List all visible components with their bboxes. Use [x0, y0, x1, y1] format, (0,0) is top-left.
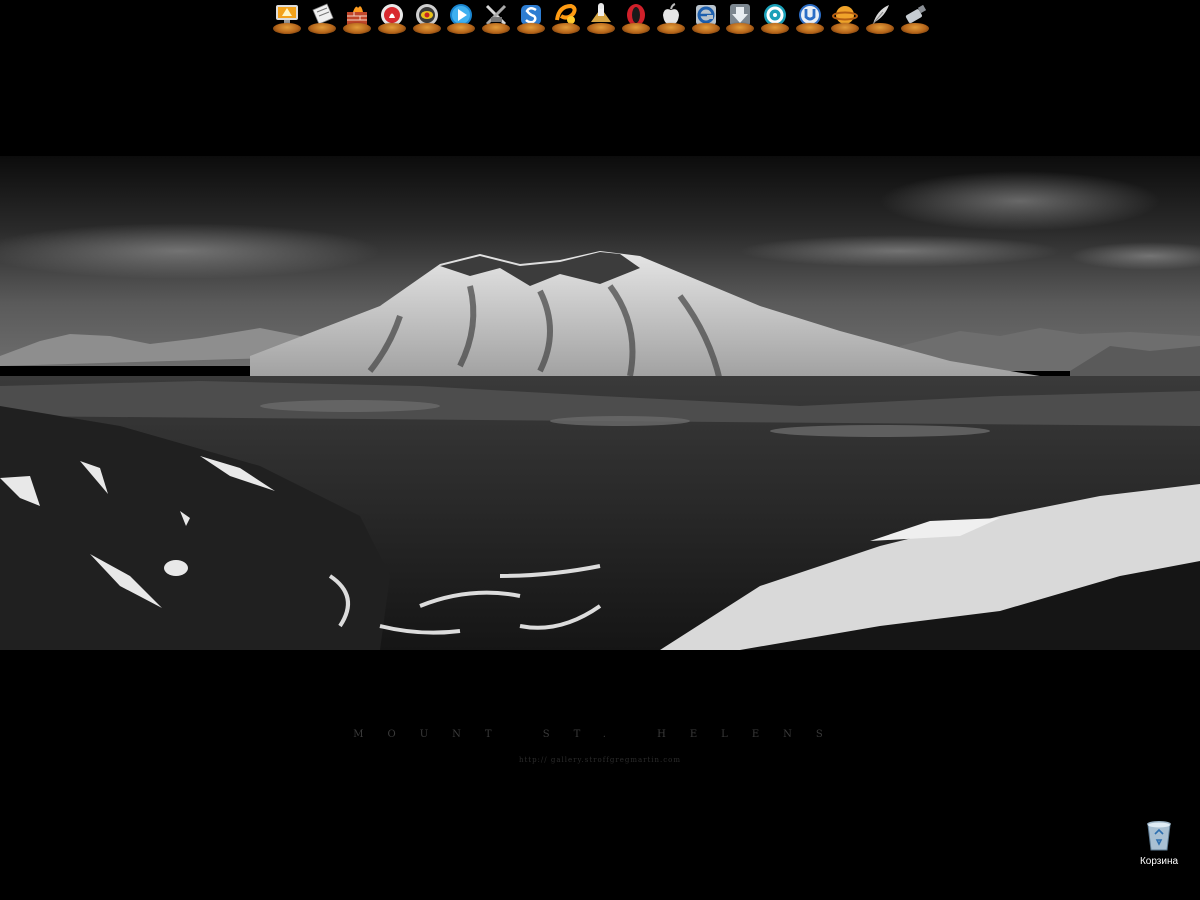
dock-item-downloads[interactable]: [723, 0, 757, 36]
dock-base: [273, 23, 301, 34]
dock-base: [761, 23, 790, 34]
recycle-bin-label: Корзина: [1139, 856, 1179, 867]
dock-item-graphics[interactable]: [863, 0, 897, 36]
dock-item-chess-game[interactable]: [584, 0, 618, 36]
dock-base: [552, 23, 580, 34]
dock-base: [586, 23, 615, 34]
dock: [270, 0, 932, 40]
dock-item-torrent[interactable]: [793, 0, 827, 36]
recycle-bin-icon: [1147, 821, 1171, 851]
dock-base: [482, 23, 511, 34]
dock-item-sound-player[interactable]: [375, 0, 409, 36]
dock-item-documents[interactable]: [305, 0, 339, 36]
dock-base: [517, 23, 546, 34]
dock-base: [831, 23, 859, 34]
dock-base: [796, 23, 825, 34]
dock-base: [342, 23, 371, 34]
dock-item-apple[interactable]: [654, 0, 688, 36]
dock-base: [865, 23, 894, 34]
wallpaper-photo: [0, 156, 1200, 650]
dock-base: [726, 23, 755, 34]
dock-base: [412, 23, 441, 34]
dock-item-usb-drive[interactable]: [898, 0, 932, 36]
dock-base: [377, 23, 406, 34]
dock-item-opera-browser[interactable]: [619, 0, 653, 36]
dock-item-world[interactable]: [828, 0, 862, 36]
dock-base: [621, 23, 650, 34]
dock-item-media-player[interactable]: [410, 0, 444, 36]
dock-item-tools[interactable]: [479, 0, 513, 36]
dock-item-network[interactable]: [758, 0, 792, 36]
dock-item-my-computer[interactable]: [270, 0, 304, 36]
wallpaper-caption: MOUNT ST. HELENS: [353, 729, 847, 740]
dock-item-internet-explorer[interactable]: [689, 0, 723, 36]
dock-item-play-media[interactable]: [444, 0, 478, 36]
dock-item-firewall[interactable]: [340, 0, 374, 36]
dock-base: [691, 23, 720, 34]
dock-item-paint[interactable]: [549, 0, 583, 36]
dock-base: [307, 23, 336, 34]
dock-base: [656, 23, 685, 34]
dock-item-messenger[interactable]: [514, 0, 548, 36]
dock-base: [900, 23, 929, 34]
dock-base: [447, 23, 476, 34]
recycle-bin[interactable]: Корзина: [1130, 820, 1188, 867]
wallpaper-url: http:// gallery.stroffgregmartin.com: [518, 756, 682, 764]
